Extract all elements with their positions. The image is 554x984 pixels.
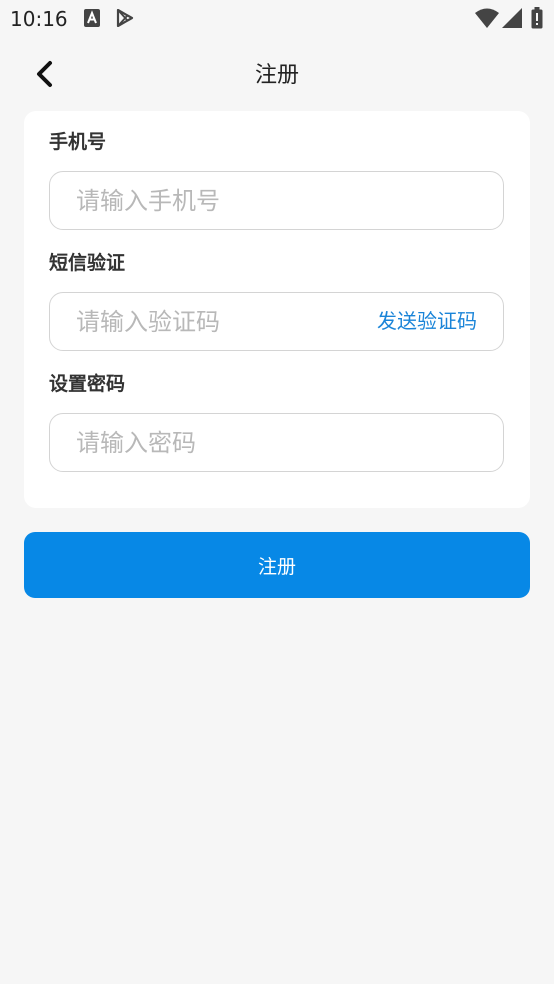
password-field-box [49, 413, 504, 472]
signal-icon [502, 8, 522, 32]
play-store-icon [116, 8, 134, 31]
battery-icon [531, 7, 543, 33]
wifi-icon [475, 8, 499, 32]
sms-code-input[interactable] [76, 293, 346, 350]
password-input[interactable] [76, 414, 376, 471]
sms-label: 短信验证 [49, 252, 126, 274]
phone-field-box [49, 171, 504, 230]
register-form-card: 手机号 短信验证 发送验证码 设置密码 [24, 111, 530, 508]
header: 注册 [0, 38, 554, 110]
phone-label: 手机号 [49, 131, 107, 153]
font-notification-icon [84, 9, 100, 31]
status-time: 10:16 [10, 7, 68, 31]
status-bar: 10:16 [0, 0, 554, 38]
phone-input[interactable] [76, 172, 376, 229]
register-button[interactable]: 注册 [24, 532, 530, 598]
send-code-button[interactable]: 发送验证码 [377, 308, 477, 335]
password-label: 设置密码 [49, 373, 126, 395]
sms-field-box: 发送验证码 [49, 292, 504, 351]
page-title: 注册 [254, 63, 299, 88]
